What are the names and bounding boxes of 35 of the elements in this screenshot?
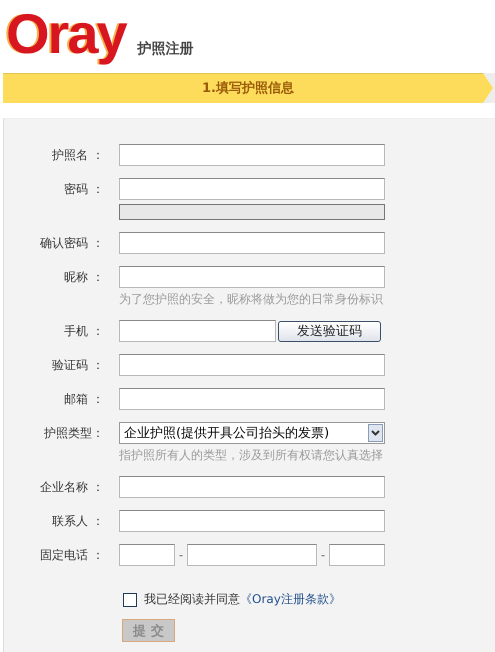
field-label: 手机 ： — [63, 323, 104, 340]
input-field[interactable] — [329, 544, 385, 566]
field-label: 邮箱 ： — [63, 391, 104, 408]
input-field[interactable] — [119, 178, 385, 200]
input-field[interactable] — [119, 476, 385, 498]
page-title: 护照注册 — [138, 40, 194, 58]
field-label: 联系人 ： — [51, 513, 104, 530]
step-banner: 1.填写护照信息 — [3, 73, 493, 103]
agree-checkbox[interactable] — [123, 592, 137, 606]
input-field[interactable] — [119, 320, 276, 342]
field-label: 护照名 ： — [51, 147, 104, 164]
input-field[interactable] — [119, 144, 385, 166]
dash-separator: - — [320, 548, 326, 562]
terms-link[interactable]: 《Oray注册条款》 — [240, 591, 341, 608]
input-field[interactable] — [119, 544, 175, 566]
field-label: 密码 ： — [63, 181, 104, 198]
field-label: 昵称 ： — [63, 269, 104, 286]
input-field[interactable] — [119, 510, 385, 532]
input-field[interactable] — [119, 354, 385, 376]
logo: Oray — [6, 4, 126, 64]
input-field[interactable] — [119, 266, 385, 288]
field-label: 验证码 ： — [51, 357, 104, 374]
send-code-button[interactable]: 发送验证码 — [278, 320, 381, 342]
hint-text: 为了您护照的安全，昵称将做为您的日常身份标识 — [119, 291, 384, 308]
input-field[interactable] — [119, 388, 385, 410]
field-label: 护照类型： — [43, 425, 104, 442]
type-dropdown[interactable]: 企业护照(提供开具公司抬头的发票) — [119, 422, 385, 444]
input-field[interactable] — [187, 544, 317, 566]
field-label: 固定电话 ： — [39, 547, 104, 564]
input-field[interactable] — [119, 232, 385, 254]
dash-separator: - — [178, 548, 184, 562]
field-label: 企业名称 ： — [39, 479, 104, 496]
agreement-text: 我已经阅读并同意 — [144, 591, 240, 608]
field-label: 确认密码 ： — [39, 235, 104, 252]
hint-text: 指护照所有人的类型，涉及到所有权请您认真选择 — [119, 447, 384, 464]
